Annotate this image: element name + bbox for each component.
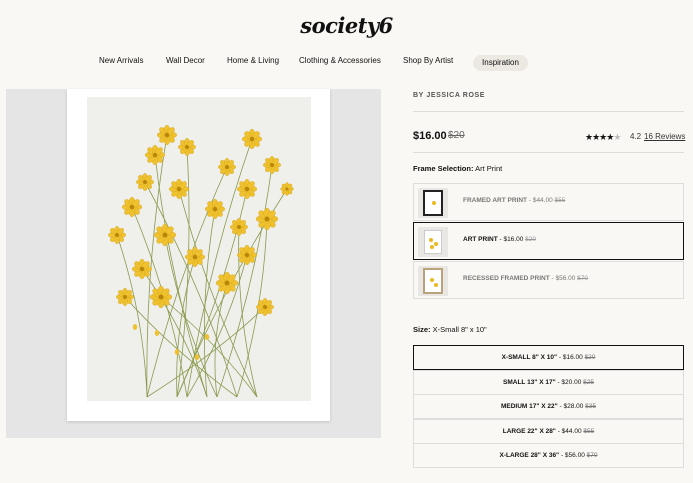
product-price-original: $20 (448, 130, 465, 141)
size-option-large[interactable]: LARGE 22" X 28" - $44.00 $55 (413, 419, 684, 444)
flower-head (263, 156, 281, 174)
nav-new-arrivals[interactable]: New Arrivals (99, 55, 143, 67)
framed-print-thumbnail (418, 188, 448, 218)
art-print-mat (67, 89, 330, 421)
frame-option-recessed-framed-print[interactable]: RECESSED FRAMED PRINT - $56.00 $70 (413, 261, 684, 299)
society6-logo[interactable]: society6 (0, 13, 693, 38)
size-option-x-small[interactable]: X-SMALL 8" X 10" - $16.00 $20 (413, 345, 684, 370)
flower-head (136, 173, 154, 191)
rating-value: 4.2 (630, 132, 642, 141)
nav-home-living[interactable]: Home & Living (227, 55, 279, 67)
product-artwork-image (87, 97, 311, 401)
flower-head (230, 218, 248, 236)
flower-head (218, 158, 236, 176)
flower-head (121, 196, 143, 218)
flower-head (156, 124, 178, 146)
frame-selection-label: Frame Selection: Art Print (413, 164, 503, 173)
flower-head (149, 285, 173, 309)
flower-head (184, 246, 206, 268)
frame-option-art-print[interactable]: ART PRINT - $16.00 $20 (413, 222, 684, 260)
flower-head (178, 138, 196, 156)
flower-head (241, 128, 263, 150)
size-option-small[interactable]: SMALL 13" X 17" - $20.00 $25 (413, 370, 684, 395)
flower-head (116, 288, 134, 306)
flower-head (153, 223, 177, 247)
main-nav: New Arrivals Wall Decor Home & Living Cl… (0, 55, 693, 71)
rating-stars: ★★★★★ (585, 132, 621, 143)
art-print-thumbnail (418, 227, 448, 257)
nav-shop-by-artist[interactable]: Shop By Artist (403, 55, 453, 67)
flower-head (204, 198, 226, 220)
size-selection-label: Size: X-Small 8" x 10" (413, 325, 487, 334)
flower-head (108, 226, 126, 244)
frame-option-framed-art-print[interactable]: FRAMED ART PRINT - $44.00 $55 (413, 183, 684, 221)
product-price: $16.00 (413, 130, 447, 142)
nav-wall-decor[interactable]: Wall Decor (166, 55, 205, 67)
flower-head (144, 144, 166, 166)
recessed-print-thumbnail (418, 266, 448, 296)
flower-head (131, 258, 153, 280)
flower-head (280, 182, 294, 196)
nav-inspiration[interactable]: Inspiration (473, 55, 528, 71)
product-image-area[interactable] (6, 89, 381, 438)
flower-head (255, 207, 279, 231)
artist-name[interactable]: BY JESSICA ROSE (413, 92, 485, 99)
flower-head (236, 178, 258, 200)
star-empty-icon: ★ (613, 132, 621, 142)
divider (413, 152, 684, 153)
divider (413, 111, 684, 112)
size-option-medium[interactable]: MEDIUM 17" X 22" - $28.00 $35 (413, 394, 684, 419)
flower-head (236, 244, 258, 266)
flower-head (168, 178, 190, 200)
reviews-link[interactable]: 16 Reviews (644, 132, 685, 141)
flower-head (215, 271, 239, 295)
flower-head (256, 298, 274, 316)
size-option-x-large[interactable]: X-LARGE 28" X 36" - $56.00 $70 (413, 443, 684, 468)
nav-clothing-accessories[interactable]: Clothing & Accessories (299, 55, 381, 67)
